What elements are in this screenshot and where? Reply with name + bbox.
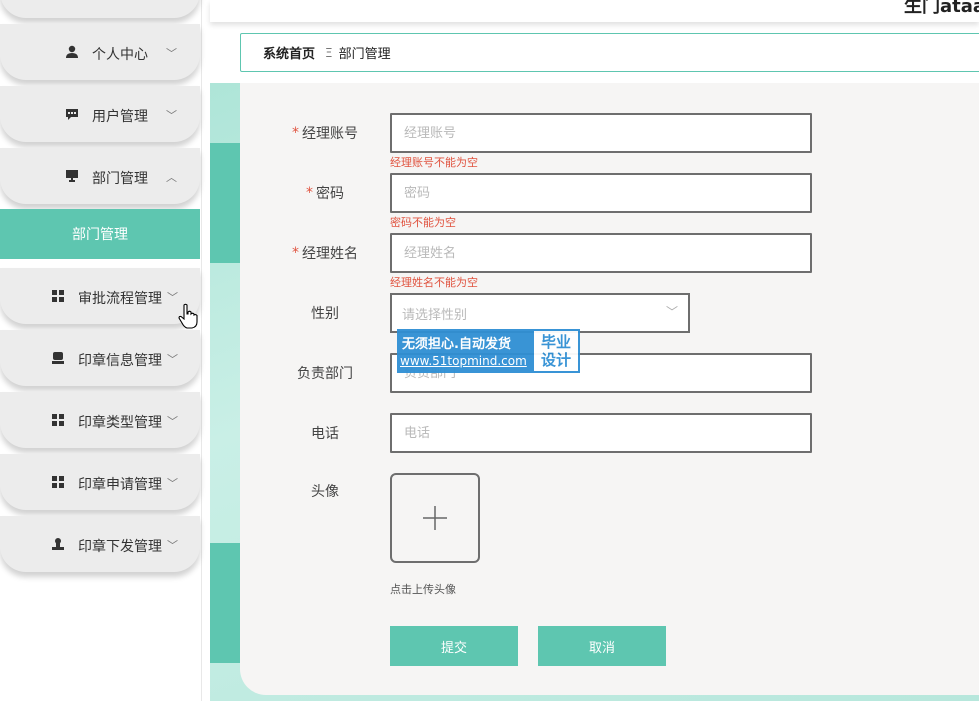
required-marker: * bbox=[306, 185, 313, 201]
form-row-manager-name: *经理姓名 经理姓名不能为空 bbox=[240, 233, 979, 289]
chevron-down-icon: ﹀ bbox=[166, 47, 177, 60]
watermark-badge-top: 毕业 bbox=[540, 333, 571, 351]
manager-name-error: 经理姓名不能为空 bbox=[390, 276, 478, 289]
sidebar-item-label: 印章下发管理 bbox=[78, 539, 162, 555]
sidebar-item-approval-flow[interactable]: 审批流程管理 ﹀ bbox=[0, 268, 200, 324]
sidebar-item-label: 印章申请管理 bbox=[78, 477, 162, 493]
grid-icon bbox=[50, 474, 66, 490]
manager-account-error: 经理账号不能为空 bbox=[390, 156, 478, 169]
form-label: * 经理账号 bbox=[240, 113, 358, 153]
plus-icon bbox=[423, 506, 447, 530]
user-icon bbox=[64, 44, 80, 60]
breadcrumb-home-link[interactable]: 系统首页 bbox=[263, 43, 315, 62]
form-row-department: 负责部门 bbox=[240, 353, 979, 393]
breadcrumb: 系统首页 Ξ 部门管理 bbox=[240, 33, 979, 72]
required-marker: * bbox=[292, 125, 299, 141]
submenu-item-department-management[interactable]: 部门管理 bbox=[0, 209, 200, 259]
chevron-up-icon: ︿ bbox=[166, 171, 177, 184]
sidebar-item-label: 用户管理 bbox=[92, 109, 148, 125]
form-row-password: *密码 密码不能为空 bbox=[240, 173, 979, 229]
breadcrumb-separator-icon: Ξ bbox=[325, 45, 333, 60]
form-label: * 经理姓名 bbox=[240, 233, 358, 273]
monitor-icon bbox=[64, 168, 80, 184]
password-input[interactable] bbox=[390, 173, 812, 213]
watermark-badge-bottom: 设计 bbox=[540, 351, 571, 369]
password-error: 密码不能为空 bbox=[390, 216, 456, 229]
grid-icon bbox=[50, 288, 66, 304]
grid-icon bbox=[50, 412, 66, 428]
form-label: * 密码 bbox=[240, 173, 344, 213]
sidebar-item-label: 部门管理 bbox=[92, 171, 148, 187]
chevron-down-icon: ﹀ bbox=[167, 353, 178, 366]
avatar-label: 头像 bbox=[311, 484, 339, 500]
gender-select[interactable]: 请选择性别 ﹀ bbox=[390, 293, 690, 333]
hand-cursor-icon bbox=[178, 303, 198, 333]
stamp-icon bbox=[50, 536, 66, 552]
sidebar-item-top-partial[interactable] bbox=[0, 0, 200, 18]
manager-name-input[interactable] bbox=[390, 233, 812, 273]
sidebar-item-label: 印章信息管理 bbox=[78, 353, 162, 369]
chevron-down-icon: ﹀ bbox=[167, 539, 178, 552]
watermark-text-block: 无须担心.自动发货 www.51topmind.com bbox=[397, 329, 532, 373]
form-row-avatar: 头像 bbox=[240, 473, 979, 513]
chevron-down-icon: ﹀ bbox=[167, 291, 178, 304]
phone-input[interactable] bbox=[390, 413, 812, 453]
submit-button[interactable]: 提交 bbox=[390, 626, 518, 666]
sidebar-item-label: 审批流程管理 bbox=[78, 291, 162, 307]
sidebar: 个人中心 ﹀ 用户管理 ﹀ 部门管理 ︿ 部门管理 审批流程管理 ﹀ 印章信息管… bbox=[0, 0, 202, 701]
sidebar-item-seal-issuance[interactable]: 印章下发管理 ﹀ bbox=[0, 516, 200, 572]
gender-select-placeholder: 请选择性别 bbox=[402, 308, 468, 323]
required-marker: * bbox=[292, 245, 299, 261]
sidebar-item-user-management[interactable]: 用户管理 ﹀ bbox=[0, 86, 200, 142]
manager-account-label: 经理账号 bbox=[302, 126, 358, 142]
sidebar-item-label: 个人中心 bbox=[92, 47, 148, 63]
watermark-line-2: www.51topmind.com bbox=[400, 354, 527, 368]
chevron-down-icon: ﹀ bbox=[665, 305, 678, 319]
site-title-partial: 生门ataa bbox=[903, 0, 979, 17]
seal-icon bbox=[50, 350, 66, 366]
top-bar: 生门ataa bbox=[210, 0, 979, 22]
phone-label: 电话 bbox=[311, 426, 339, 442]
cancel-button[interactable]: 取消 bbox=[538, 626, 666, 666]
sidebar-item-seal-info[interactable]: 印章信息管理 ﹀ bbox=[0, 330, 200, 386]
manager-account-input[interactable] bbox=[390, 113, 812, 153]
sidebar-item-personal-center[interactable]: 个人中心 ﹀ bbox=[0, 24, 200, 80]
chevron-down-icon: ﹀ bbox=[167, 415, 178, 428]
watermark-line-1: 无须担心.自动发货 bbox=[402, 337, 511, 352]
avatar-upload-button[interactable] bbox=[390, 473, 480, 563]
avatar-upload-hint: 点击上传头像 bbox=[390, 583, 456, 596]
sidebar-item-seal-application[interactable]: 印章申请管理 ﹀ bbox=[0, 454, 200, 510]
chevron-down-icon: ﹀ bbox=[167, 477, 178, 490]
manager-name-label: 经理姓名 bbox=[302, 246, 358, 262]
sidebar-item-seal-type[interactable]: 印章类型管理 ﹀ bbox=[0, 392, 200, 448]
department-label: 负责部门 bbox=[297, 366, 353, 382]
form-panel: *经理账号 经理账号不能为空 *密码 密码不能为空 *经理姓名 经理姓名不能为空… bbox=[240, 83, 979, 695]
form-row-phone: 电话 bbox=[240, 413, 979, 453]
breadcrumb-current: 部门管理 bbox=[338, 47, 391, 62]
watermark-badge: 毕业 设计 bbox=[534, 331, 578, 371]
gender-label: 性别 bbox=[311, 306, 339, 322]
password-label: 密码 bbox=[316, 186, 344, 202]
chat-icon bbox=[64, 106, 80, 122]
form-row-gender: 性别 请选择性别 ﹀ bbox=[240, 293, 979, 333]
sidebar-item-department-management[interactable]: 部门管理 ︿ bbox=[0, 148, 200, 204]
sidebar-item-label: 印章类型管理 bbox=[78, 415, 162, 431]
form-row-manager-account: *经理账号 经理账号不能为空 bbox=[240, 113, 979, 169]
watermark-banner: 无须担心.自动发货 www.51topmind.com 毕业 设计 bbox=[397, 329, 580, 373]
chevron-down-icon: ﹀ bbox=[166, 109, 177, 122]
